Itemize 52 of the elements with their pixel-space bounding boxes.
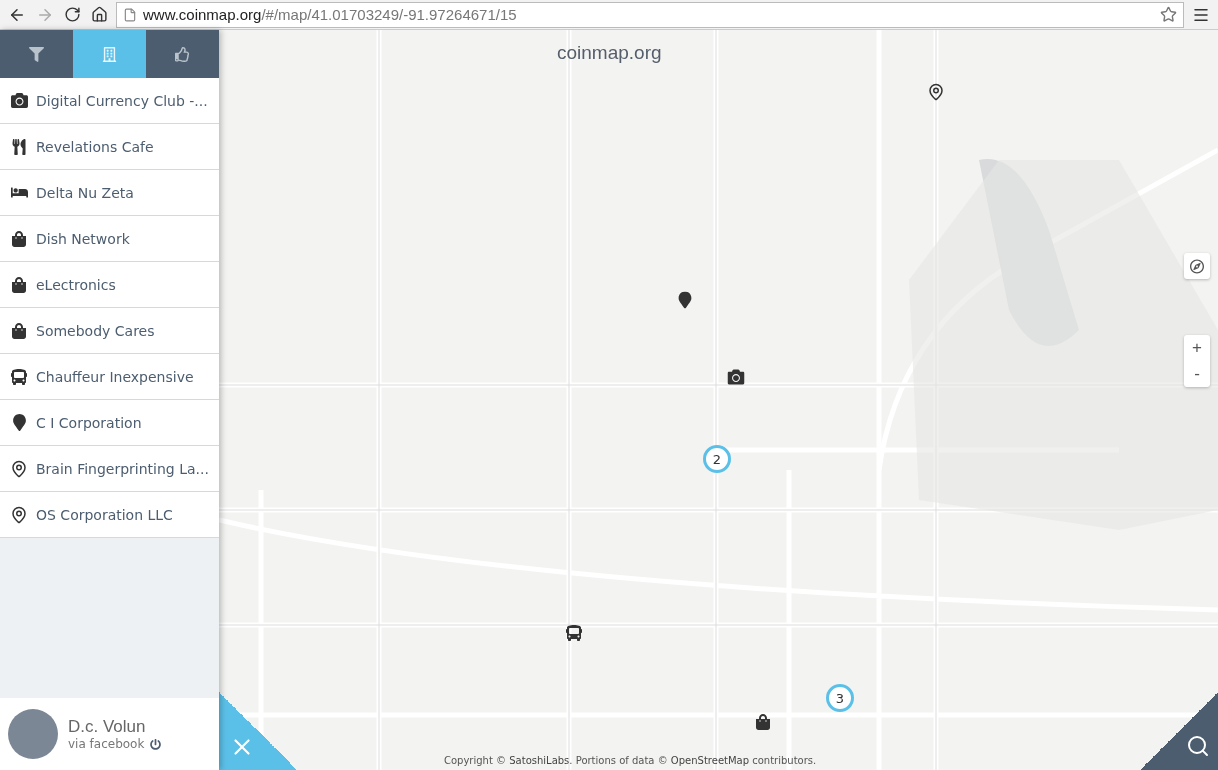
- cluster-marker[interactable]: 3: [826, 684, 854, 712]
- map-pin-marker-icon[interactable]: [927, 83, 945, 101]
- map-pin-icon: [10, 505, 28, 524]
- bag-icon: [10, 322, 28, 339]
- search-icon: [1186, 734, 1210, 758]
- bag-icon: [10, 276, 28, 293]
- zoom-out-button[interactable]: -: [1184, 361, 1210, 387]
- venue-list-item[interactable]: Revelations Cafe: [0, 124, 219, 170]
- venue-list-item[interactable]: Dish Network: [0, 216, 219, 262]
- user-name: D.c. Volun: [68, 717, 147, 737]
- cluster-marker[interactable]: 2: [703, 445, 731, 473]
- filter-icon: [29, 46, 44, 62]
- locate-button[interactable]: [1184, 253, 1210, 279]
- thumbs-up-icon: [175, 46, 190, 62]
- fork-knife-icon: [10, 138, 28, 155]
- page-icon: [123, 7, 137, 22]
- home-button[interactable]: [89, 4, 110, 25]
- source-link[interactable]: OpenStreetMap: [670, 755, 750, 766]
- bookmark-star-icon[interactable]: [1160, 6, 1177, 23]
- power-icon[interactable]: [150, 738, 162, 750]
- address-bar[interactable]: www.coinmap.org/#/map/41.01703249/-91.97264671/15: [116, 1, 1184, 28]
- bag-icon: [10, 230, 28, 247]
- venue-list-item[interactable]: Delta Nu Zeta: [0, 170, 219, 216]
- map-attribution: Copyright © SatoshiLabs. Portions of data © OpenStreetMap contributors.: [444, 755, 817, 766]
- avatar-photo-placeholder: [8, 709, 58, 759]
- venue-list-item[interactable]: Somebody Cares: [0, 308, 219, 354]
- bag-marker-icon[interactable]: [755, 714, 771, 730]
- bus-marker-icon[interactable]: [566, 625, 582, 641]
- map-background[interactable]: coinmap.org 2 3 + - Copyright © SatoshiLabs. Portions of data © OpenStreetMap contributors.: [219, 30, 1218, 770]
- reload-icon: [64, 6, 81, 23]
- venue-list-item[interactable]: OS Corporation LLC: [0, 492, 219, 538]
- venue-list-item[interactable]: eLectronics: [0, 262, 219, 308]
- venue-list-item[interactable]: Brain Fingerprinting La...: [0, 446, 219, 492]
- zoom-in-button[interactable]: +: [1184, 335, 1210, 361]
- bed-icon: [10, 184, 28, 201]
- thumbs-up-tab[interactable]: [146, 30, 219, 78]
- map-pin-icon: [10, 459, 28, 478]
- home-icon: [91, 6, 108, 23]
- camera-marker-icon[interactable]: [727, 368, 745, 386]
- venue-list-item[interactable]: Digital Currency Club -...: [0, 78, 219, 124]
- map-pin-marker-icon[interactable]: [676, 291, 694, 309]
- building-icon: [102, 46, 117, 62]
- site-title: coinmap.org: [557, 42, 662, 64]
- bus-icon: [10, 368, 28, 385]
- reload-button[interactable]: [62, 4, 83, 25]
- filter-tab[interactable]: [0, 30, 73, 78]
- venue-list-item[interactable]: C I Corporation: [0, 400, 219, 446]
- camera-icon: [10, 92, 28, 109]
- login-source: via facebook: [68, 737, 145, 751]
- venue-list-item[interactable]: Chauffeur Inexpensive: [0, 354, 219, 400]
- compass-icon: [1190, 258, 1204, 274]
- map-pin-icon: [10, 414, 28, 431]
